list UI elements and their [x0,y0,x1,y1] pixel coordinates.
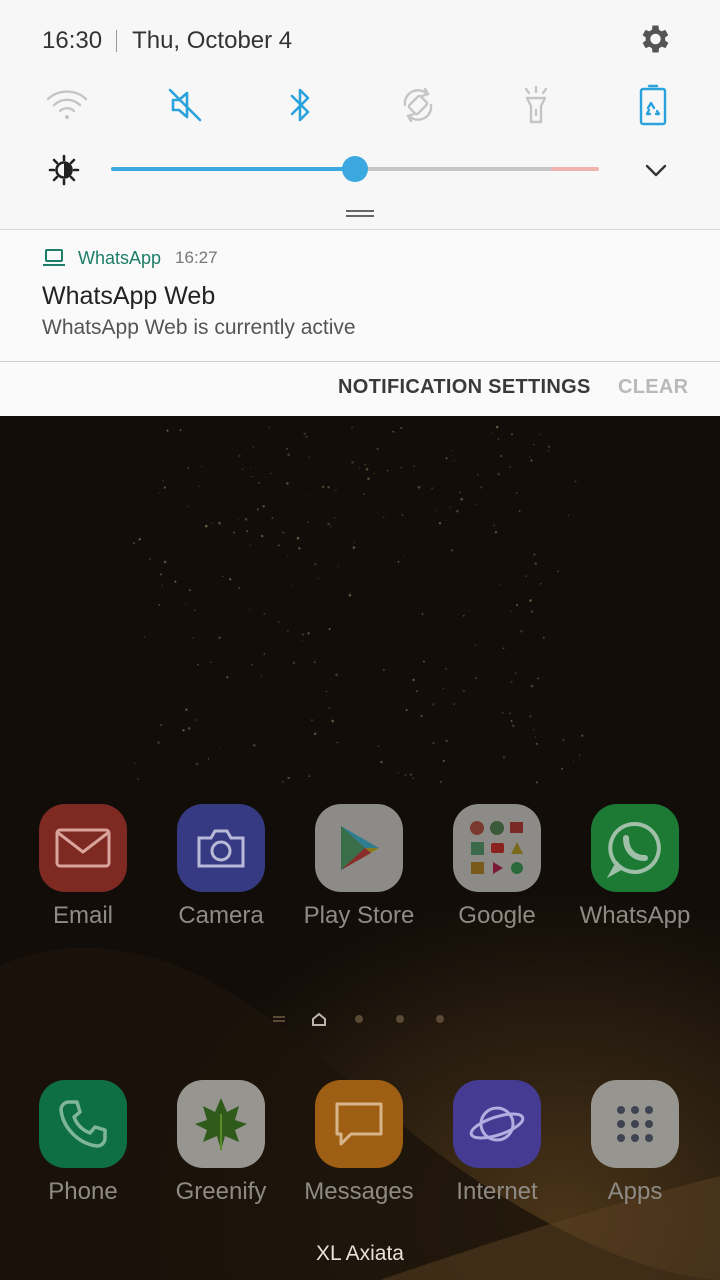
rotate-toggle[interactable] [395,82,441,128]
app-label: Internet [456,1178,538,1205]
whatsapp-notification[interactable]: WhatsApp 16:27 WhatsApp Web WhatsApp Web… [0,230,720,361]
notification-time: 16:27 [175,248,218,267]
notification-header: WhatsApp 16:27 [42,244,218,272]
app-drawer[interactable]: Apps [575,1080,695,1206]
notification-app-name: WhatsApp [78,247,162,268]
camera-icon [177,804,265,892]
clock: 16:30 [42,27,103,54]
page-dot[interactable] [436,1015,444,1023]
app-messages[interactable]: Messages [299,1080,419,1206]
carrier-label: XL Axiata [316,1242,404,1265]
brightness-slider[interactable] [111,156,599,182]
rotate-icon [403,87,433,123]
bluetooth-icon [290,88,310,122]
app-google-folder[interactable]: Google [437,804,557,930]
app-label: WhatsApp [579,902,691,929]
app-label: Messages [304,1178,414,1205]
expand-chevron-down-icon[interactable] [640,154,672,186]
quick-settings-row [0,82,720,128]
flashlight-icon [524,85,548,124]
wifi-toggle[interactable] [44,82,90,128]
laptop-icon [43,249,65,266]
app-play-store[interactable]: Play Store [299,804,419,930]
settings-gear-icon[interactable] [636,21,672,57]
drag-handle[interactable] [346,210,374,217]
app-camera[interactable]: Camera [161,804,281,930]
phone-icon [39,1080,127,1168]
home-screen: Email Camera Play Store Google WhatsApp … [0,416,720,1280]
messages-icon [315,1080,403,1168]
apps-grid-icon [591,1080,679,1168]
page-indicator-menu-icon [273,1016,285,1018]
page-dot[interactable] [355,1015,363,1023]
app-email[interactable]: Email [23,804,143,930]
mute-icon [168,88,202,122]
google-folder-icon [453,804,541,892]
brightness-fill [111,167,355,171]
power-saving-toggle[interactable] [630,82,676,128]
wifi-icon [46,90,88,119]
brightness-row [0,146,720,192]
notification-shade: 16:30 Thu, October 4 WhatsApp 16:27 What… [0,0,720,416]
email-icon [39,804,127,892]
app-label: Camera [178,902,264,929]
page-indicator [268,1012,458,1026]
app-label: Play Store [303,902,415,929]
internet-icon [453,1080,541,1168]
app-label: Google [458,902,536,929]
app-whatsapp[interactable]: WhatsApp [575,804,695,930]
home-page-icon[interactable] [311,1012,327,1026]
greenify-icon [177,1080,265,1168]
date: Thu, October 4 [132,27,293,54]
app-label: Greenify [175,1178,267,1205]
app-label: Apps [607,1178,663,1205]
page-dot[interactable] [396,1015,404,1023]
play-store-icon [315,804,403,892]
battery-saver-icon [639,84,667,126]
notification-settings-button[interactable]: NOTIFICATION SETTINGS [338,376,591,399]
brightness-thumb[interactable] [342,156,368,182]
flashlight-toggle[interactable] [513,82,559,128]
notification-actions: NOTIFICATION SETTINGS CLEAR [0,362,720,416]
clear-button[interactable]: CLEAR [618,376,688,399]
status-separator [116,30,118,52]
app-phone[interactable]: Phone [23,1080,143,1206]
bluetooth-toggle[interactable] [278,82,324,128]
whatsapp-icon [591,804,679,892]
app-label: Email [52,902,113,929]
status-row: 16:30 Thu, October 4 [42,24,292,58]
brightness-auto-icon[interactable] [48,154,80,186]
app-greenify[interactable]: Greenify [161,1080,281,1206]
app-internet[interactable]: Internet [437,1080,557,1206]
sound-toggle[interactable] [162,82,208,128]
brightness-warning-zone [551,167,599,171]
notification-text: WhatsApp Web is currently active [42,316,356,339]
app-label: Phone [48,1178,118,1205]
notification-title: WhatsApp Web [42,282,216,310]
